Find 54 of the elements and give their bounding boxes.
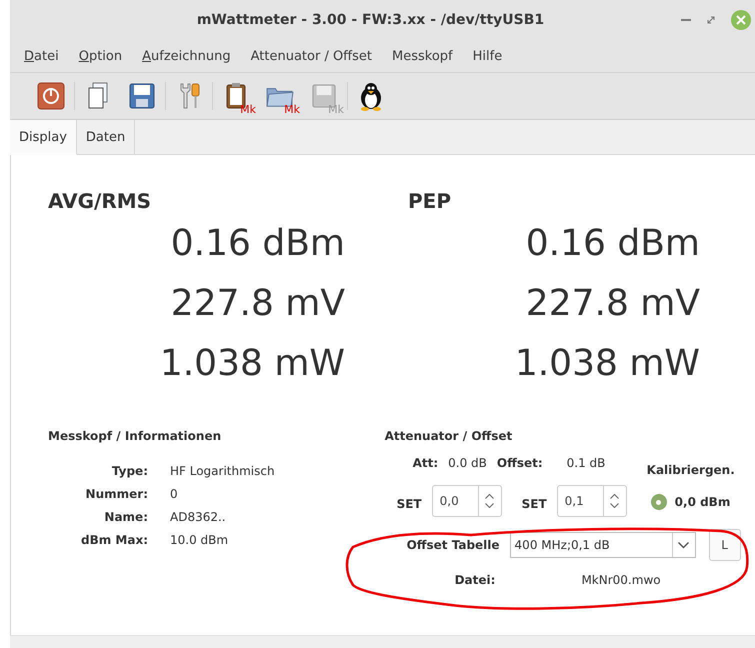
spin-buttons[interactable] (478, 485, 502, 517)
radio-button[interactable] (650, 494, 667, 510)
number-field[interactable]: 0,1 (556, 485, 603, 517)
info-label: Nummer: (84, 486, 148, 500)
menu-item[interactable]: Messkopf (392, 48, 453, 64)
att-value: 0.0 dB (448, 456, 487, 470)
number-field[interactable]: 0,0 (432, 485, 478, 517)
power-icon[interactable] (37, 82, 65, 110)
menu-item[interactable]: Datei (24, 48, 59, 64)
file-label: Datei: (454, 573, 496, 587)
info-label: Type: (110, 464, 148, 478)
mk-label: Mk (284, 104, 300, 115)
info-value: AD8362.. (170, 510, 226, 524)
calibration-title: Kalibriergen. (646, 463, 735, 477)
att-label: Att: (412, 456, 438, 470)
offset-table-dropdown[interactable]: 400 MHz;0,1 dB (510, 532, 696, 558)
reading-value: 227.8 mV (170, 282, 345, 326)
penguin-icon[interactable] (358, 81, 384, 111)
offset-table-label: Offset Tabelle (406, 538, 500, 552)
reading-title: AVG/RMS (48, 189, 152, 215)
file-name: MkNr00.mwo (581, 573, 661, 587)
mk-label: Mk (328, 104, 344, 115)
section-title: Attenuator / Offset (384, 429, 514, 443)
info-value: HF Logarithmisch (170, 464, 275, 478)
documents-icon[interactable] (86, 82, 110, 110)
restore-icon[interactable] (707, 16, 715, 24)
offset-label: Offset: (496, 456, 543, 470)
info-value: 0 (170, 486, 178, 500)
reading-title: PEP (408, 189, 452, 215)
reading-value: 0.16 dBm (170, 222, 345, 266)
tab[interactable]: Daten (76, 120, 136, 154)
window-title: mWattmeter - 3.00 - FW:3.xx - /dev/ttyUSB1 (196, 12, 546, 28)
set-label: SET (396, 497, 422, 511)
info-label: Name: (103, 510, 148, 524)
menu-item[interactable]: Hilfe (472, 48, 502, 64)
info-label: dBm Max: (80, 532, 148, 546)
tab[interactable]: Display (10, 120, 77, 155)
reading-value: 1.038 mW (158, 342, 345, 386)
set-label: SET (522, 497, 547, 511)
chevron-down-icon (678, 542, 690, 548)
offset-value: 0.1 dB (566, 456, 606, 470)
mk-label: Mk (240, 104, 256, 115)
menu-item[interactable]: Attenuator / Offset (250, 48, 372, 64)
menu-item[interactable]: Option (78, 48, 122, 64)
menu-item[interactable]: Aufzeichnung (142, 48, 231, 64)
close-icon[interactable] (731, 10, 751, 30)
reading-value: 1.038 mW (514, 342, 700, 386)
section-title: Messkopf / Informationen (48, 429, 222, 443)
radio-label: 0,0 dBm (674, 495, 730, 509)
reading-value: 227.8 mV (524, 282, 700, 326)
load-button[interactable]: L (708, 529, 741, 561)
spin-buttons[interactable] (602, 485, 627, 517)
info-value: 10.0 dBm (170, 532, 228, 546)
reading-value: 0.16 dBm (524, 222, 700, 266)
